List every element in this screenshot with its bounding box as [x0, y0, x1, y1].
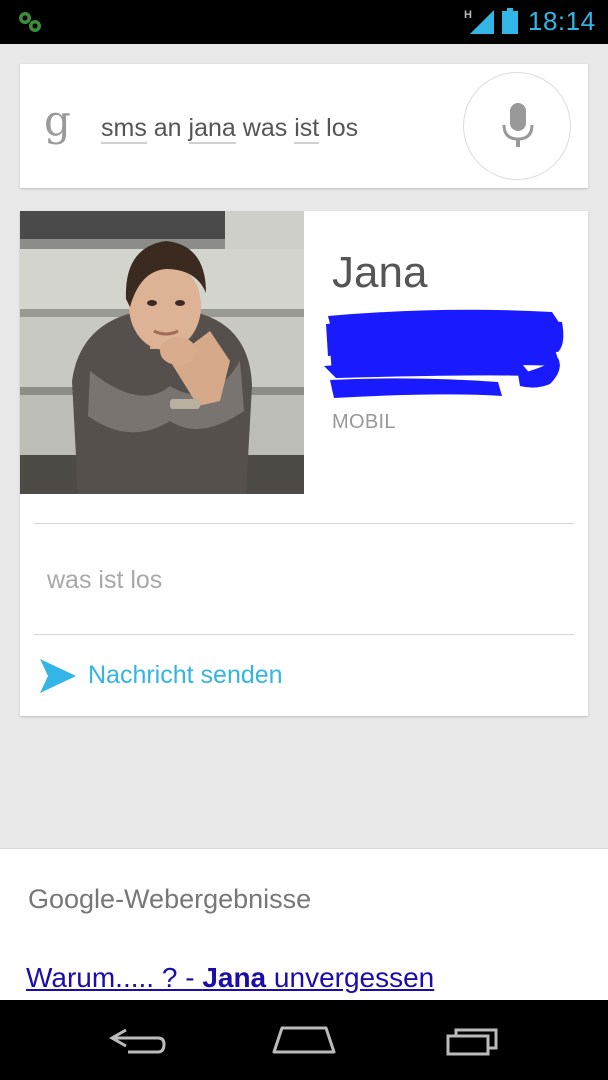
- divider: [34, 523, 574, 524]
- google-logo[interactable]: g: [44, 100, 71, 142]
- query-word: was: [242, 114, 288, 142]
- divider: [34, 634, 574, 635]
- result-link-prefix: Warum..... ? -: [26, 962, 203, 993]
- web-results-heading: Google-Webergebnisse: [28, 884, 312, 914]
- voice-search-button[interactable]: [463, 72, 571, 180]
- battery-icon: [502, 8, 518, 34]
- phone-type-label: MOBIL: [332, 411, 396, 433]
- status-bar: H 18:14: [0, 0, 608, 44]
- message-text-field[interactable]: was ist los: [47, 565, 162, 595]
- search-query[interactable]: sms an jana was ist los: [101, 113, 358, 144]
- home-icon: [272, 1026, 336, 1054]
- web-result-link[interactable]: Warum..... ? - Jana unvergessen: [26, 961, 434, 995]
- contact-photo[interactable]: [20, 211, 304, 494]
- svg-text:H: H: [464, 9, 472, 21]
- notification-app-icon: [19, 12, 41, 32]
- navigation-bar: [0, 1000, 608, 1080]
- result-link-suffix: unvergessen: [266, 962, 435, 993]
- send-message-label: Nachricht senden: [88, 661, 283, 689]
- contact-photo-image: [20, 211, 304, 494]
- back-icon: [108, 1028, 166, 1054]
- clock: 18:14: [528, 6, 596, 36]
- recent-apps-icon: [446, 1028, 498, 1056]
- query-word: sms: [101, 114, 147, 144]
- recent-apps-button[interactable]: [412, 1000, 532, 1080]
- query-word: jana: [188, 114, 236, 144]
- query-word: ist: [294, 114, 320, 144]
- redacted-phone-number: [324, 309, 564, 398]
- query-word: los: [326, 114, 359, 142]
- microphone-icon: [502, 103, 534, 147]
- signal-strength-icon: H: [464, 9, 494, 34]
- back-button[interactable]: [76, 1000, 196, 1080]
- query-word: an: [153, 114, 182, 142]
- send-message-button[interactable]: Nachricht senden: [34, 645, 574, 707]
- send-arrow-icon: [40, 659, 76, 693]
- result-link-bold: Jana: [202, 962, 267, 993]
- home-button[interactable]: [244, 1000, 364, 1080]
- contact-name: Jana: [332, 248, 428, 297]
